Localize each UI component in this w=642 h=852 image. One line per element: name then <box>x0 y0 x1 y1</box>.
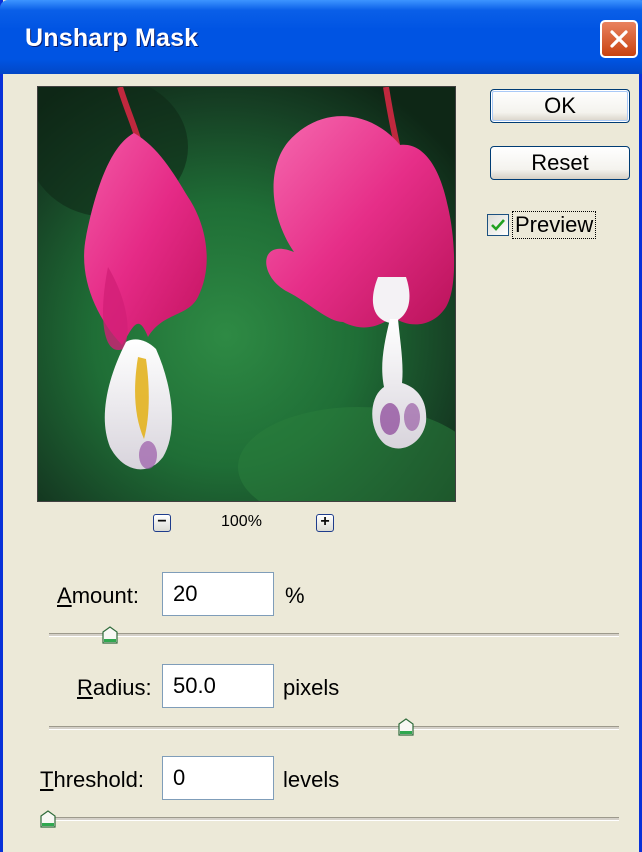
amount-label: Amount: <box>57 583 139 608</box>
threshold-label: Threshold: <box>40 767 144 792</box>
threshold-field[interactable]: 0 <box>162 756 274 800</box>
unsharp-mask-dialog: Unsharp Mask − 100% + OK Reset Preview A… <box>0 0 642 852</box>
radius-unit: pixels <box>283 675 340 700</box>
dialog-title: Unsharp Mask <box>25 24 199 52</box>
radius-slider-track[interactable] <box>49 726 619 730</box>
zoom-level: 100% <box>221 513 262 530</box>
close-icon <box>610 30 628 48</box>
threshold-unit: levels <box>283 767 340 792</box>
amount-unit: % <box>285 583 305 608</box>
preview-image[interactable] <box>37 86 456 502</box>
amount-slider-thumb[interactable] <box>102 626 118 644</box>
radius-label: Radius: <box>77 675 152 700</box>
threshold-slider-track[interactable] <box>49 817 619 821</box>
radius-field[interactable]: 50.0 <box>162 664 274 708</box>
amount-slider-track[interactable] <box>49 633 619 637</box>
title-bar[interactable]: Unsharp Mask <box>0 0 642 74</box>
radius-slider-thumb[interactable] <box>398 718 414 736</box>
threshold-slider-thumb[interactable] <box>40 810 56 828</box>
zoom-out-button[interactable]: − <box>153 513 171 532</box>
preview-checkbox[interactable] <box>487 214 509 236</box>
preview-label[interactable]: Preview <box>512 211 597 239</box>
reset-button[interactable]: Reset <box>490 146 630 180</box>
amount-field[interactable]: 20 <box>162 572 274 616</box>
checkmark-icon <box>491 219 505 231</box>
zoom-in-button[interactable]: + <box>316 513 334 532</box>
close-button[interactable] <box>600 20 638 58</box>
plus-icon: + <box>320 513 330 530</box>
ok-button[interactable]: OK <box>490 89 630 123</box>
minus-icon: − <box>157 513 167 530</box>
